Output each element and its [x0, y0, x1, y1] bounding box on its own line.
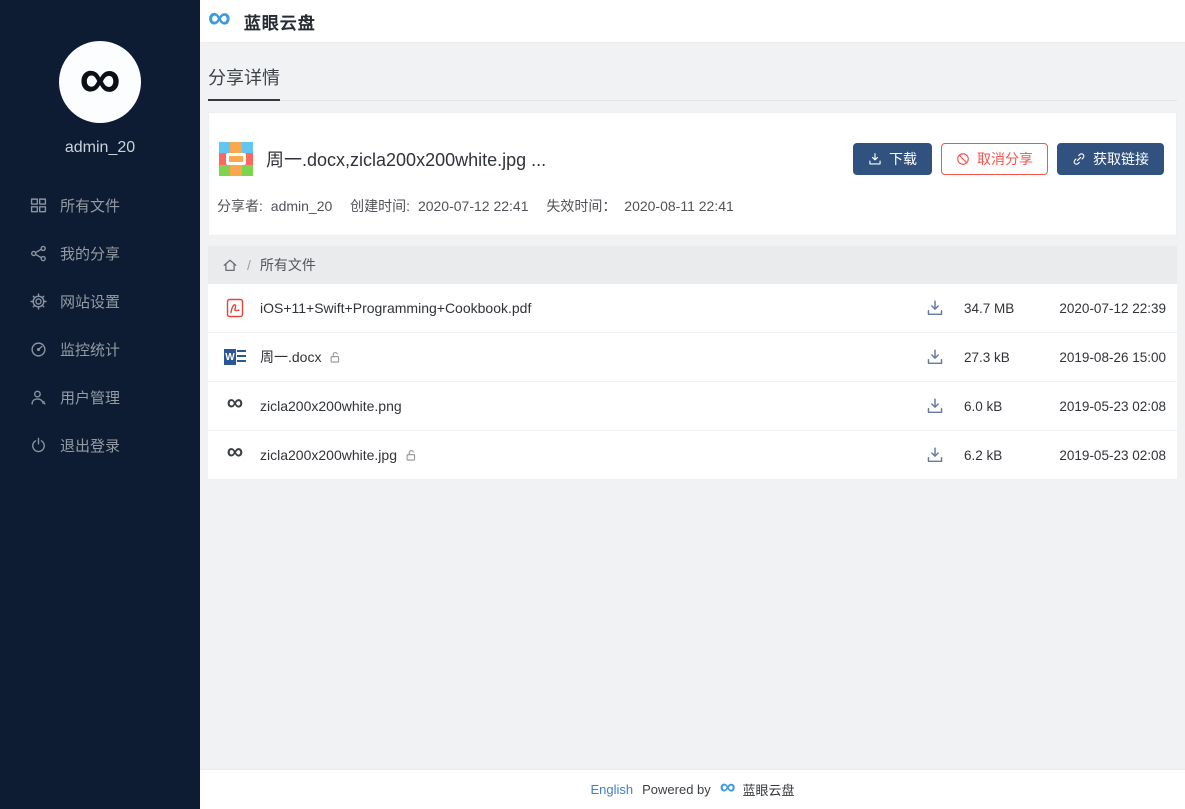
get-link-button[interactable]: 获取链接	[1057, 143, 1164, 175]
footer-brand-link[interactable]: ∞ 蓝眼云盘	[720, 780, 795, 799]
file-name[interactable]: zicla200x200white.jpg	[260, 447, 397, 463]
breadcrumb-current[interactable]: 所有文件	[260, 255, 316, 275]
table-row[interactable]: iOS+11+Swift+Programming+Cookbook.pdf 34…	[208, 284, 1177, 333]
ban-icon	[956, 152, 970, 166]
sidebar-item-label: 用户管理	[60, 387, 120, 408]
sidebar-item-site-settings[interactable]: 网站设置	[0, 277, 200, 325]
table-row[interactable]: ∞ zicla200x200white.jpg 6.2 kB 2019-05-2…	[208, 431, 1177, 480]
file-date: 2019-05-23 02:08	[1048, 448, 1166, 463]
header-brand[interactable]: ∞ 蓝眼云盘	[200, 0, 1185, 43]
sidebar-item-label: 所有文件	[60, 195, 120, 216]
share-icon	[30, 245, 47, 262]
infinity-logo-icon: ∞	[79, 50, 120, 108]
expire-label: 失效时间：	[546, 198, 616, 214]
file-size: 27.3 kB	[964, 350, 1048, 365]
unlock-icon	[405, 449, 418, 462]
sidebar-item-monitor-stats[interactable]: 监控统计	[0, 325, 200, 373]
sidebar-item-label: 退出登录	[60, 435, 120, 456]
link-icon	[1072, 152, 1086, 166]
download-button[interactable]: 下载	[853, 143, 932, 175]
expire-value: 2020-08-11 22:41	[624, 198, 734, 214]
file-list: iOS+11+Swift+Programming+Cookbook.pdf 34…	[208, 284, 1177, 480]
share-meta: 分享者: admin_20 创建时间: 2020-07-12 22:41 失效时…	[209, 179, 1176, 235]
page-heading: 分享详情	[208, 64, 1177, 101]
file-size: 6.0 kB	[964, 399, 1048, 414]
file-date: 2019-08-26 15:00	[1048, 350, 1166, 365]
download-button-label: 下载	[889, 149, 917, 169]
share-title: 周一.docx,zicla200x200white.jpg ...	[266, 146, 853, 172]
username: admin_20	[0, 139, 200, 157]
file-name[interactable]: iOS+11+Swift+Programming+Cookbook.pdf	[260, 300, 531, 316]
content: 分享详情 周一.docx,zicla200x200white.jpg ...	[200, 43, 1185, 769]
download-icon[interactable]	[926, 446, 944, 464]
download-icon	[868, 152, 882, 166]
user-icon	[30, 389, 47, 406]
sharer-value: admin_20	[271, 198, 333, 214]
app-window: ∞ admin_20 所有文件 我的分享 网站设置 监控统计 用户管理 退出登录…	[0, 0, 1185, 809]
file-name[interactable]: zicla200x200white.png	[260, 398, 402, 414]
pdf-file-icon	[222, 296, 248, 320]
powered-by-label: Powered by	[642, 782, 711, 797]
file-size: 34.7 MB	[964, 301, 1048, 316]
infinity-file-icon: ∞	[222, 394, 248, 418]
download-icon[interactable]	[926, 348, 944, 366]
sidebar-item-user-management[interactable]: 用户管理	[0, 373, 200, 421]
sidebar-item-label: 网站设置	[60, 291, 120, 312]
mosaic-archive-icon	[216, 139, 256, 179]
cancel-share-button[interactable]: 取消分享	[941, 143, 1048, 175]
sidebar-item-label: 监控统计	[60, 339, 120, 360]
download-icon[interactable]	[926, 299, 944, 317]
cancel-share-button-label: 取消分享	[977, 149, 1033, 169]
avatar: ∞	[59, 41, 141, 123]
file-name[interactable]: 周一.docx	[260, 347, 321, 367]
language-link[interactable]: English	[591, 782, 634, 797]
infinity-logo-icon: ∞	[720, 776, 736, 798]
sharer-label: 分享者:	[217, 198, 263, 214]
unlock-icon	[329, 351, 342, 364]
breadcrumb-separator: /	[247, 257, 251, 273]
main-area: ∞ 蓝眼云盘 分享详情 周一.docx,	[200, 0, 1185, 809]
share-detail-card: 周一.docx,zicla200x200white.jpg ... 下载 取消分…	[208, 112, 1177, 236]
sidebar-menu: 所有文件 我的分享 网站设置 监控统计 用户管理 退出登录	[0, 181, 200, 469]
file-date: 2019-05-23 02:08	[1048, 399, 1166, 414]
download-icon[interactable]	[926, 397, 944, 415]
table-row[interactable]: W 周一.docx 27.3 kB 2019-08-26 15:00	[208, 333, 1177, 382]
page-heading-label: 分享详情	[208, 64, 280, 101]
file-date: 2020-07-12 22:39	[1048, 301, 1166, 316]
gear-icon	[30, 293, 47, 310]
sidebar-item-label: 我的分享	[60, 243, 120, 264]
footer: English Powered by ∞ 蓝眼云盘	[200, 769, 1185, 809]
app-title: 蓝眼云盘	[244, 9, 316, 34]
home-icon[interactable]	[222, 257, 238, 273]
created-value: 2020-07-12 22:41	[418, 198, 529, 214]
table-row[interactable]: ∞ zicla200x200white.png 6.0 kB 2019-05-2…	[208, 382, 1177, 431]
sidebar-item-my-shares[interactable]: 我的分享	[0, 229, 200, 277]
sidebar: ∞ admin_20 所有文件 我的分享 网站设置 监控统计 用户管理 退出登录	[0, 0, 200, 809]
file-size: 6.2 kB	[964, 448, 1048, 463]
breadcrumb: / 所有文件	[208, 246, 1177, 284]
sidebar-item-all-files[interactable]: 所有文件	[0, 181, 200, 229]
power-icon	[30, 437, 47, 454]
infinity-logo-icon: ∞	[208, 1, 231, 33]
grid-icon	[30, 197, 47, 214]
gauge-icon	[30, 341, 47, 358]
word-file-icon: W	[222, 345, 248, 369]
infinity-file-icon: ∞	[222, 443, 248, 467]
sidebar-item-logout[interactable]: 退出登录	[0, 421, 200, 469]
created-label: 创建时间:	[350, 198, 410, 214]
footer-brand-label: 蓝眼云盘	[742, 780, 794, 799]
get-link-button-label: 获取链接	[1093, 149, 1149, 169]
